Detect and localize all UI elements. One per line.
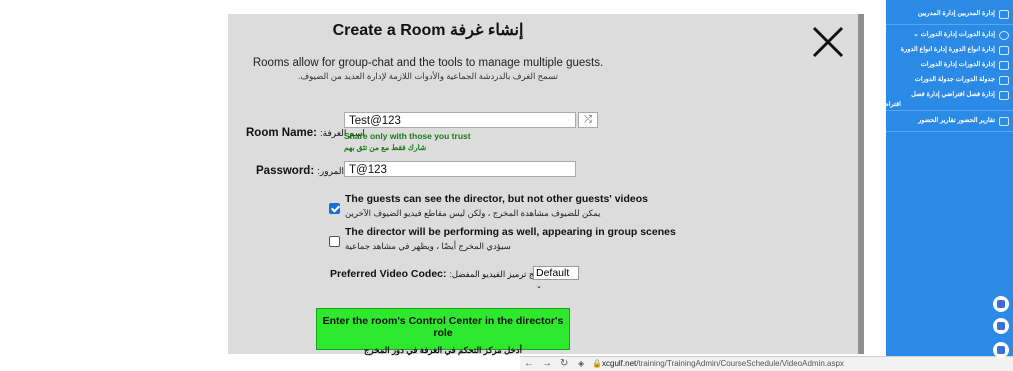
sidebar-item-label: إدارة فصل افتراضي إدارة فصل xyxy=(911,91,995,98)
reload-icon[interactable]: ↻ xyxy=(560,358,568,369)
option2-arabic: سيؤدي المخرج أيضًا ، ويظهر في مشاهد جماع… xyxy=(345,241,511,251)
divider xyxy=(886,24,1013,25)
option1-arabic: يمكن للضيوف مشاهدة المخرج ، ولكن ليس مقا… xyxy=(345,208,601,218)
sidebar-item-label: جدولة الدورات جدولة الدورات xyxy=(914,76,995,83)
left-gutter xyxy=(0,0,228,370)
sidebar-item-label: إدارة الدورات إدارة الدورات xyxy=(920,61,995,68)
modal-title: Create a Room إنشاء غرفة xyxy=(332,22,524,39)
shield-icon[interactable]: ◈ xyxy=(578,359,584,368)
back-icon[interactable]: ← xyxy=(524,358,534,369)
sidebar-item-label: إدارة انواع الدورة إدارة انواع الدورة xyxy=(900,46,995,53)
chat-icon[interactable] xyxy=(993,318,1009,334)
edit-icon xyxy=(999,91,1009,100)
divider xyxy=(886,131,1013,132)
edit-icon xyxy=(999,76,1009,85)
sidebar-item-schedule[interactable]: جدولة الدورات جدولة الدورات xyxy=(886,75,1013,87)
shuffle-icon[interactable]: ⤮ xyxy=(578,112,598,128)
chevron-down-icon: ⌄ xyxy=(536,283,542,290)
option2-checkbox[interactable] xyxy=(329,236,340,247)
sidebar-item-label: إدارة الدورات إدارة الدورات ⌄ xyxy=(913,31,995,38)
enter-button-label-ar: أدخل مركز التحكم في الغرفة في دور المخرج xyxy=(364,345,522,355)
edit-icon xyxy=(999,46,1009,55)
option2-title: The director will be performing as well,… xyxy=(345,226,676,238)
sidebar-item-label: تقارير الحضور تقارير الحضور xyxy=(918,117,995,124)
sidebar-item-virtual-class[interactable]: إدارة فصل افتراضي إدارة فصل افتراضي xyxy=(878,90,1013,112)
sidebar-item-courses[interactable]: إدارة الدورات إدارة الدورات ⌄ xyxy=(886,30,1013,42)
sidebar-item-label: إدارة المدربين إدارة المدربين xyxy=(917,10,995,17)
edit-icon xyxy=(999,61,1009,70)
codec-select[interactable]: Default ⌄ xyxy=(533,266,579,290)
codec-label-en: Preferred Video Codec: xyxy=(330,268,447,280)
lock-icon: 🔒 xyxy=(592,359,602,368)
sidebar-item-course-types[interactable]: إدارة انواع الدورة إدارة انواع الدورة xyxy=(886,45,1013,57)
sidebar-item-label-continued: افتراضي xyxy=(877,101,901,108)
codec-select-value: Default xyxy=(536,267,570,279)
password-label-en: Password: xyxy=(256,165,315,177)
room-name-label-en: Room Name: xyxy=(246,127,317,139)
sidebar-item-attendance[interactable]: تقارير الحضور تقارير الحضور xyxy=(886,116,1013,128)
close-icon[interactable] xyxy=(810,24,846,60)
translate-icon[interactable] xyxy=(993,296,1009,312)
apps-icon[interactable] xyxy=(993,342,1009,358)
forward-icon[interactable]: → xyxy=(542,358,552,369)
share-hint-arabic: شارك فقط مع من تثق بهم xyxy=(344,143,427,152)
codec-label: Preferred Video Codec: :برنامج ترميز الف… xyxy=(330,268,551,280)
user-icon xyxy=(999,31,1009,40)
sidebar-item-manage-courses[interactable]: إدارة الدورات إدارة الدورات xyxy=(886,60,1013,72)
url-host: xcgulf.net xyxy=(602,359,637,368)
option1-checkbox[interactable] xyxy=(329,203,340,214)
divider xyxy=(886,110,1013,111)
option1-title: The guests can see the director, but not… xyxy=(345,193,648,205)
url-text[interactable]: xcgulf.net/training/TrainingAdmin/Course… xyxy=(602,359,844,368)
sidebar-item-trainers[interactable]: إدارة المدربين إدارة المدربين xyxy=(886,9,1013,21)
enter-button-label-en: Enter the room's Control Center in the d… xyxy=(322,315,564,339)
edit-icon xyxy=(999,117,1009,126)
password-input[interactable]: T@123 xyxy=(344,161,576,177)
modal-scrollbar[interactable] xyxy=(858,14,864,354)
url-path: /training/TrainingAdmin/CourseSchedule/V… xyxy=(636,359,844,368)
enter-control-center-button[interactable]: Enter the room's Control Center in the d… xyxy=(316,308,570,355)
edit-icon xyxy=(999,10,1009,19)
description-arabic: تسمح الغرف بالدردشة الجماعية والأدوات ال… xyxy=(297,71,559,81)
description-english: Rooms allow for group-chat and the tools… xyxy=(252,57,604,69)
room-name-input[interactable]: Test@123 xyxy=(344,112,576,128)
share-hint-english: Share only with those you trust xyxy=(344,131,471,141)
browser-address-bar: ← → ↻ ◈ 🔒 xcgulf.net/training/TrainingAd… xyxy=(520,356,1013,371)
